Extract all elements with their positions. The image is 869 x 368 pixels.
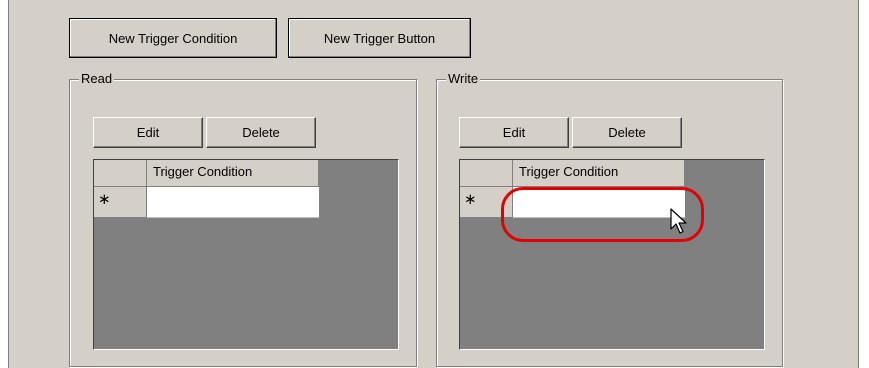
write-column-header[interactable]: Trigger Condition — [513, 160, 685, 187]
write-edit-button[interactable]: Edit — [459, 117, 569, 148]
left-border — [0, 0, 9, 368]
read-column-header[interactable]: Trigger Condition — [147, 160, 319, 187]
read-trigger-condition-cell[interactable] — [147, 187, 319, 218]
read-grid-corner — [94, 160, 147, 187]
arrow-cursor-icon — [670, 208, 687, 234]
read-new-row-marker: ∗ — [94, 187, 147, 218]
right-border — [858, 0, 869, 368]
write-delete-button[interactable]: Delete — [572, 117, 682, 148]
new-trigger-condition-button[interactable]: New Trigger Condition — [69, 18, 277, 58]
new-trigger-button-button[interactable]: New Trigger Button — [288, 18, 471, 58]
read-group-label: Read — [79, 71, 115, 86]
dialog-panel: New Trigger Condition New Trigger Button… — [0, 0, 869, 368]
read-trigger-grid[interactable]: Trigger Condition ∗ — [93, 159, 399, 350]
write-group-label: Write — [446, 71, 481, 86]
write-grid-corner — [460, 160, 513, 187]
read-delete-button[interactable]: Delete — [206, 117, 316, 148]
read-edit-button[interactable]: Edit — [93, 117, 203, 148]
